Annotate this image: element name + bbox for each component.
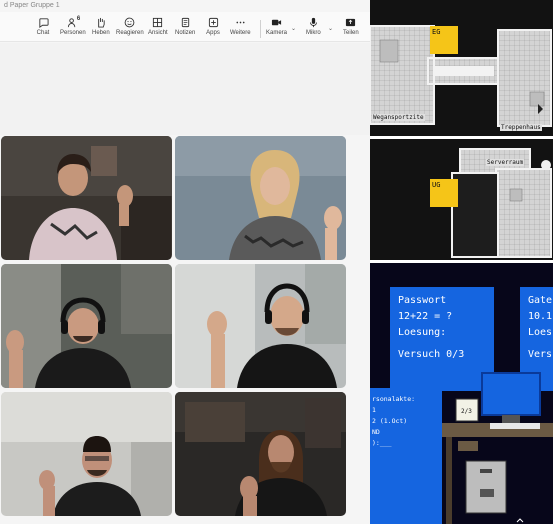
camera-icon — [270, 16, 284, 28]
room-label-3: Serverraum — [486, 159, 525, 166]
floor-map-eg[interactable]: EG Wegansportzite Treppenhaus — [369, 0, 553, 136]
mic-icon — [306, 16, 320, 28]
floor-map-ug-drawing — [370, 139, 553, 260]
participant-video-4 — [175, 264, 346, 388]
react-button[interactable]: Reagieren — [116, 16, 144, 40]
game-area: EG Wegansportzite Treppenhaus UG Serverr… — [369, 0, 553, 524]
view-icon — [151, 16, 165, 28]
room-label-1: Wegansportzite — [372, 114, 425, 121]
people-count: 6 — [76, 16, 81, 22]
notes-button[interactable]: Notizen — [175, 16, 195, 40]
floor-tag-ug: UG — [430, 179, 458, 207]
more-label: Weitere — [230, 30, 251, 36]
participant-tile-1[interactable] — [1, 136, 172, 260]
react-label: Reagieren — [116, 30, 144, 36]
participant-tile-3[interactable] — [1, 264, 172, 388]
desk-note-text: 2/3 — [461, 408, 472, 415]
people-button[interactable]: 6 Personen — [60, 16, 86, 40]
participant-video-3 — [1, 264, 172, 388]
meeting-stage-empty — [0, 43, 370, 135]
more-button[interactable]: Weitere — [230, 16, 251, 40]
view-label: Ansicht — [148, 30, 168, 36]
window-title: d Paper Gruppe 1 — [4, 2, 60, 9]
console-line-1: rsonalakte: — [372, 395, 416, 403]
camera-options-chevron-icon[interactable]: ⌄ — [291, 25, 296, 32]
chat-icon — [36, 16, 50, 28]
participant-tile-4[interactable] — [175, 264, 346, 388]
camera-button[interactable]: Kamera — [266, 16, 287, 40]
notes-icon — [178, 16, 192, 28]
share-button[interactable]: Teilen — [343, 16, 359, 40]
react-icon — [123, 16, 137, 28]
participant-video-5 — [1, 392, 172, 516]
console-line-5: ):___ — [372, 439, 392, 447]
apps-icon — [206, 16, 220, 28]
console-line-3: 2 (1.Oct) — [372, 417, 408, 425]
mic-options-chevron-icon[interactable]: ⌄ — [328, 25, 333, 32]
meeting-toolbar: Chat 6 Personen Heben Reagieren Ansicht … — [0, 12, 370, 42]
console-line-2: 1 — [372, 406, 376, 414]
share-icon — [344, 16, 358, 28]
mic-button[interactable]: Mikro — [306, 16, 321, 40]
screen: d Paper Gruppe 1 Chat 6 Personen Heben R… — [0, 0, 553, 524]
console-line-4: ND — [372, 428, 380, 436]
chat-label: Chat — [36, 30, 50, 36]
more-icon — [233, 16, 247, 28]
share-label: Teilen — [343, 30, 359, 36]
people-icon: 6 — [66, 16, 80, 28]
floor-tag-eg: EG — [430, 26, 458, 54]
notes-label: Notizen — [175, 30, 196, 36]
mic-label: Mikro — [306, 30, 321, 36]
meeting-window: d Paper Gruppe 1 Chat 6 Personen Heben R… — [0, 0, 370, 524]
participant-tile-2[interactable] — [175, 136, 346, 260]
floor-map-ug[interactable]: UG Serverraum — [370, 139, 553, 260]
camera-label: Kamera — [266, 30, 288, 36]
raise-hand-icon — [94, 16, 108, 28]
participant-tile-5[interactable] — [1, 392, 172, 516]
participant-tile-6[interactable] — [175, 392, 346, 516]
raise-hand-button[interactable]: Heben — [92, 16, 110, 40]
apps-label: Apps — [206, 30, 220, 36]
raise-hand-label: Heben — [92, 30, 110, 36]
room-label-2: Treppenhaus — [500, 124, 542, 131]
apps-button[interactable]: Apps — [206, 16, 220, 40]
participant-video-6 — [175, 392, 346, 516]
chat-button[interactable]: Chat — [36, 16, 50, 40]
toolbar-divider — [260, 20, 261, 38]
personnel-file-console[interactable]: rsonalakte: 1 2 (1.Oct) ND ):___ — [370, 388, 442, 524]
participant-video-1 — [1, 136, 172, 260]
people-label: Personen — [60, 30, 86, 36]
view-button[interactable]: Ansicht — [148, 16, 168, 40]
participant-video-2 — [175, 136, 346, 260]
